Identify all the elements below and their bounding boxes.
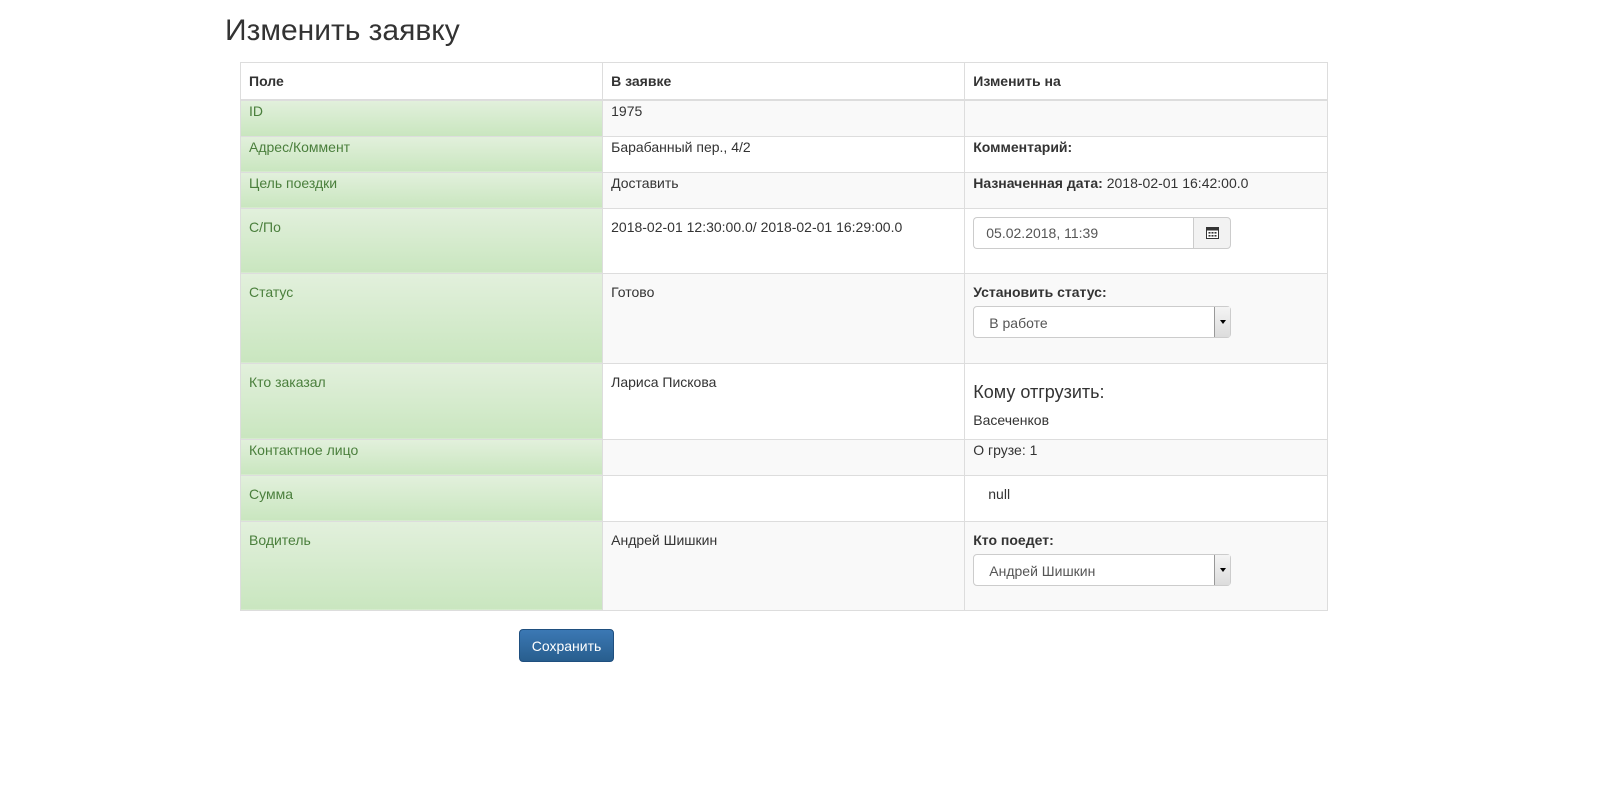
table-row: Статус Готово Установить статус: В работ…	[239, 272, 1328, 364]
ship-to-heading: Кому отгрузить:	[973, 381, 1105, 402]
current-value-sum	[602, 474, 966, 522]
calendar-icon	[1205, 227, 1219, 239]
table-row: Сумма null	[239, 474, 1328, 522]
set-status-label: Установить статус:	[973, 283, 1107, 300]
chevron-down-icon	[1214, 306, 1231, 337]
sum-value: null	[988, 485, 1011, 502]
ship-to-value: Васеченков	[973, 411, 1050, 428]
assigned-date-value: 2018-02-01 16:42:00.0	[1106, 174, 1249, 191]
page-title: Изменить заявку	[225, 14, 460, 47]
driver-select[interactable]: Андрей Шишкин	[973, 553, 1232, 586]
current-value-contact	[602, 438, 966, 476]
field-label-id: ID	[239, 99, 604, 137]
change-cell-driver: Кто поедет: Андрей Шишкин	[964, 520, 1328, 611]
who-drives-label: Кто поедет:	[973, 531, 1054, 548]
current-value-address: Барабанный пер., 4/2	[602, 135, 966, 173]
datetime-picker	[973, 216, 1232, 249]
table-header-row: Поле В заявке Изменить на	[239, 62, 1328, 101]
current-value-driver: Андрей Шишкин	[602, 520, 966, 611]
current-value-ordered-by: Лариса Пискова	[602, 362, 966, 440]
save-button[interactable]: Сохранить	[519, 629, 614, 662]
chevron-down-icon	[1214, 554, 1231, 585]
field-label-driver: Водитель	[239, 520, 604, 611]
current-value-status: Готово	[602, 272, 966, 364]
change-cell-ship-to: Кому отгрузить: Васеченков	[964, 362, 1328, 440]
field-label-status: Статус	[239, 272, 604, 364]
current-value-period: 2018-02-01 12:30:00.0/ 2018-02-01 16:29:…	[602, 207, 966, 274]
column-header-field: Поле	[239, 62, 604, 101]
current-value-purpose: Доставить	[602, 171, 966, 209]
cargo-info: О грузе: 1	[964, 438, 1328, 476]
request-edit-table: Поле В заявке Изменить на ID 1975 Адрес/…	[239, 62, 1328, 611]
field-label-purpose: Цель поездки	[239, 171, 604, 209]
table-row: Адрес/Коммент Барабанный пер., 4/2 Комме…	[239, 135, 1328, 173]
table-row: Кто заказал Лариса Пискова Кому отгрузит…	[239, 362, 1328, 440]
assigned-date-label: Назначенная дата:	[973, 174, 1103, 191]
column-header-current: В заявке	[602, 62, 966, 101]
change-cell-id	[964, 99, 1328, 137]
datetime-input[interactable]	[973, 216, 1194, 249]
table-row: Цель поездки Доставить Назначенная дата:…	[239, 171, 1328, 209]
current-value-id: 1975	[602, 99, 966, 137]
status-select-value: В работе	[989, 314, 1048, 331]
status-select[interactable]: В работе	[973, 305, 1232, 338]
table-row: Водитель Андрей Шишкин Кто поедет: Андре…	[239, 520, 1328, 611]
calendar-button[interactable]	[1193, 216, 1232, 249]
table-row: Контактное лицо О грузе: 1	[239, 438, 1328, 476]
change-cell-address: Комментарий:	[964, 135, 1328, 173]
change-cell-period	[964, 207, 1328, 274]
field-label-ordered-by: Кто заказал	[239, 362, 604, 440]
driver-select-value: Андрей Шишкин	[989, 562, 1096, 579]
field-label-period: С/По	[239, 207, 604, 274]
change-cell-purpose: Назначенная дата: 2018-02-01 16:42:00.0	[964, 171, 1328, 209]
change-cell-status: Установить статус: В работе	[964, 272, 1328, 364]
table-row: С/По 2018-02-01 12:30:00.0/ 2018-02-01 1…	[239, 207, 1328, 274]
field-label-sum: Сумма	[239, 474, 604, 522]
column-header-change: Изменить на	[964, 62, 1328, 101]
table-row: ID 1975	[239, 99, 1328, 137]
comment-label: Комментарий:	[973, 138, 1073, 155]
field-label-address: Адрес/Коммент	[239, 135, 604, 173]
change-cell-sum: null	[964, 474, 1328, 522]
field-label-contact: Контактное лицо	[239, 438, 604, 476]
